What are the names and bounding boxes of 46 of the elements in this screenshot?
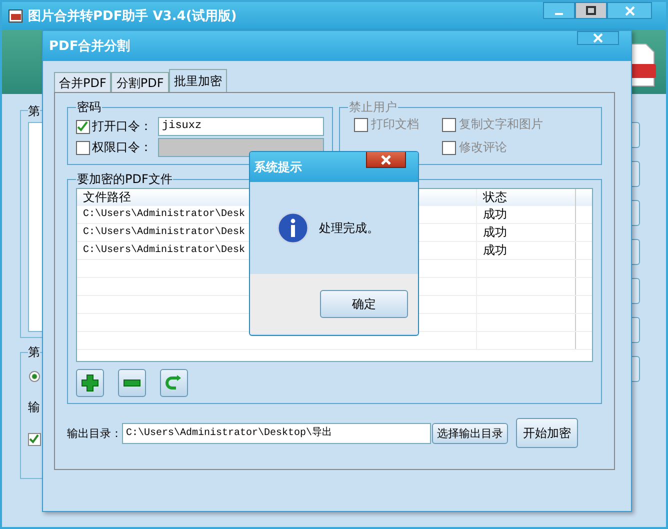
close-icon (593, 33, 603, 43)
checkbox[interactable] (442, 118, 456, 132)
checkbox-label: 打印文档 (371, 116, 419, 133)
minimize-icon (554, 12, 564, 15)
checkbox[interactable] (76, 120, 90, 134)
browse-button[interactable]: 选择输出目录 (432, 422, 508, 444)
dialog-title: PDF合并分割 (49, 38, 130, 55)
radio-button[interactable] (29, 371, 40, 382)
checkbox-label: 修改评论 (459, 139, 507, 156)
tab[interactable]: 合并PDF (54, 72, 112, 92)
app-icon (8, 8, 24, 24)
group-title: 要加密的PDF文件 (76, 171, 174, 188)
maximize-button[interactable] (575, 2, 607, 19)
ok-button[interactable]: 确定 (320, 290, 408, 318)
info-icon (277, 212, 309, 244)
label-text: 输 (28, 399, 40, 416)
start-button[interactable]: 开始加密 (516, 418, 578, 448)
plus-icon (81, 374, 99, 392)
refresh-icon (165, 374, 183, 392)
group-title: 禁止用户 (348, 99, 398, 116)
maximize-icon (586, 6, 596, 16)
table-cell: 成功 (477, 242, 576, 259)
message-title: 系统提示 (254, 158, 302, 176)
checkbox-label: 复制文字和图片 (459, 116, 543, 133)
minimize-button[interactable] (543, 2, 575, 19)
output-folder-field[interactable]: C:\Users\Administrator\Desktop\导出 (122, 422, 431, 444)
window-title: 图片合并转PDF助手 V3.4(试用版) (28, 8, 237, 25)
field-label: 输出目录： (67, 426, 122, 440)
tab[interactable]: 分割PDF (111, 72, 169, 92)
tab[interactable]: 批里加密 (168, 69, 227, 92)
close-icon (381, 154, 391, 164)
table-cell: 成功 (477, 206, 576, 223)
field-label: 权限口令： (92, 139, 153, 156)
close-button[interactable] (366, 152, 406, 168)
checkbox[interactable] (442, 140, 456, 154)
checkbox[interactable] (354, 118, 368, 132)
checkbox[interactable] (28, 433, 41, 446)
add-button[interactable] (76, 369, 104, 397)
remove-button[interactable] (118, 369, 146, 397)
password-field[interactable]: jisuxz (158, 117, 324, 136)
table-cell: 成功 (477, 224, 576, 241)
clear-button[interactable] (160, 369, 188, 397)
group-title: 密码 (76, 99, 102, 116)
field-label: 打开口令： (92, 118, 153, 135)
close-icon (624, 6, 634, 16)
column-header[interactable]: 状态 (477, 189, 576, 206)
